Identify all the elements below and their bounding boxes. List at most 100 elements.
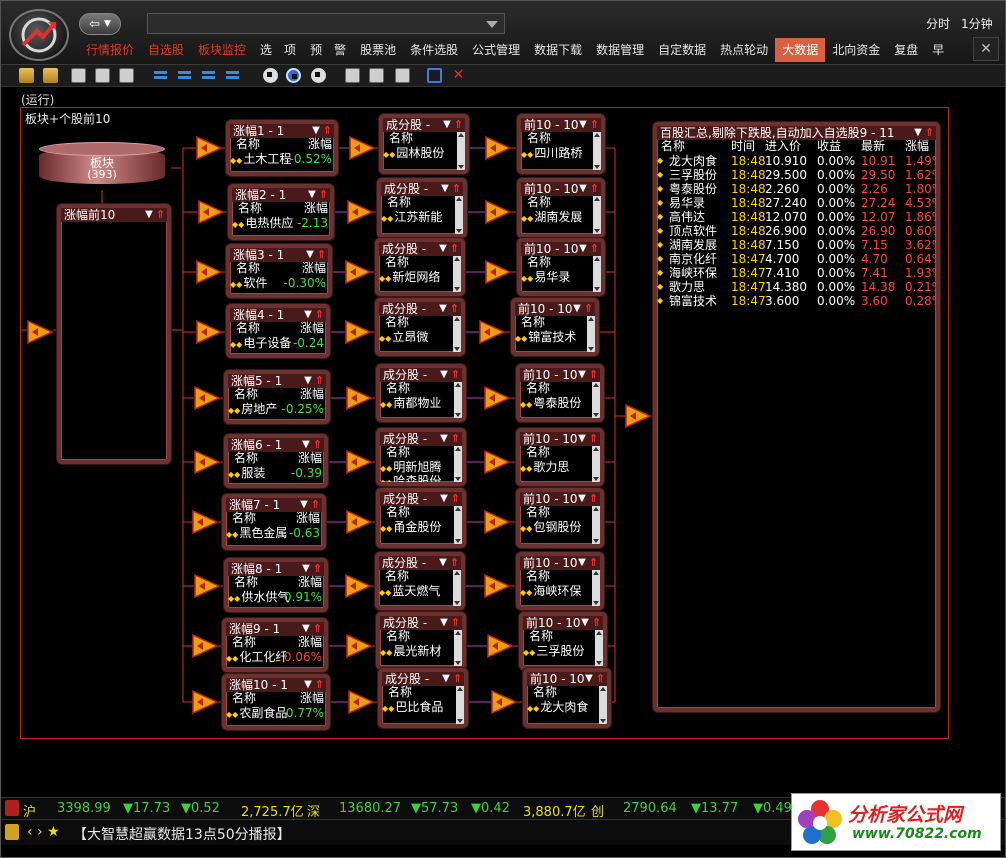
- list-item[interactable]: ◆◆土木工程 -0.52%: [230, 152, 334, 166]
- up-arrow-icon[interactable]: ⇑: [589, 368, 598, 382]
- scrollbar[interactable]: [599, 686, 607, 724]
- top10-node-4[interactable]: 前10 - 10 ▼ ⇑ 名称 ◆◆锦富技术: [511, 298, 599, 356]
- up-arrow-icon[interactable]: ⇑: [451, 616, 460, 630]
- up-arrow-icon[interactable]: ⇑: [451, 492, 460, 506]
- dropdown-icon[interactable]: ▼: [302, 622, 310, 636]
- scrollbar[interactable]: [455, 196, 463, 234]
- scrollbar[interactable]: [457, 132, 465, 170]
- menu-item-10[interactable]: 自定数据: [651, 38, 713, 62]
- summary-column-1[interactable]: 时间: [731, 140, 755, 153]
- strategy-canvas[interactable]: 板块+个股前10 板块 (393) 涨幅前10 ▼ ⇑ 涨幅1 - 1 ▼ ⇑ 名称 涨幅…: [20, 107, 949, 739]
- up-arrow-icon[interactable]: ⇑: [315, 308, 324, 322]
- news-bell-icon[interactable]: [5, 824, 19, 840]
- sector-database[interactable]: 板块 (393): [39, 142, 165, 190]
- constituent-trigger-6[interactable]: [346, 450, 372, 474]
- select-box-icon[interactable]: [427, 68, 442, 83]
- dropdown-icon[interactable]: ▼: [308, 188, 316, 202]
- scrollbar[interactable]: [595, 630, 603, 666]
- dropdown-icon[interactable]: ▼: [439, 556, 447, 570]
- scrollbar[interactable]: [592, 570, 600, 606]
- dropdown-icon[interactable]: ▼: [312, 124, 320, 138]
- top10-node-6[interactable]: 前10 - 10 ▼ ⇑ 名称 ◆◆歌力思: [516, 428, 604, 486]
- summary-row[interactable]: ◆ 锦富技术 18:47 3.600 0.00% 3.60 0.28%: [657, 294, 936, 308]
- menu-item-15[interactable]: 早: [925, 38, 951, 62]
- scrollbar[interactable]: [454, 382, 462, 418]
- up-arrow-icon[interactable]: ⇑: [589, 432, 598, 446]
- top10-trigger-7[interactable]: [484, 510, 510, 534]
- up-arrow-icon[interactable]: ⇑: [451, 432, 460, 446]
- menu-item-6[interactable]: 条件选股: [403, 38, 465, 62]
- close-icon[interactable]: ✕: [973, 37, 999, 61]
- summary-row[interactable]: ◆ 易华录 18:48 27.240 0.00% 27.24 4.53%: [657, 196, 936, 210]
- new-folder-icon[interactable]: [19, 68, 34, 83]
- up-arrow-icon[interactable]: ⇑: [313, 438, 322, 452]
- constituent-trigger-4[interactable]: [345, 320, 371, 344]
- list-item[interactable]: ◆◆易华录: [521, 270, 601, 284]
- top10-trigger-2[interactable]: [485, 200, 511, 224]
- up-arrow-icon[interactable]: ⇑: [317, 248, 326, 262]
- scrollbar[interactable]: [453, 256, 461, 292]
- top10-node-1[interactable]: 前10 - 10 ▼ ⇑ 名称 ◆◆四川路桥: [517, 114, 605, 174]
- scrollbar[interactable]: [453, 316, 461, 352]
- scrollbar[interactable]: [592, 382, 600, 418]
- constituent-node-8[interactable]: 成分股 - ▼ ⇑ 名称 ◆◆蓝天燃气: [375, 552, 465, 610]
- menu-item-1[interactable]: 自选股: [141, 38, 191, 62]
- up-arrow-icon[interactable]: ⇑: [313, 622, 322, 636]
- list-item[interactable]: ◆◆龙大肉食: [527, 700, 607, 714]
- list-item[interactable]: ◆◆湖南发展: [521, 210, 601, 224]
- constituent-node-1[interactable]: 成分股 - ▼ ⇑ 名称 ◆◆园林股份: [379, 114, 469, 174]
- constituent-trigger-1[interactable]: [349, 136, 375, 160]
- dropdown-icon[interactable]: ▼: [300, 498, 308, 512]
- dropdown-icon[interactable]: ▼: [439, 242, 447, 256]
- dropdown-icon[interactable]: ▼: [578, 368, 586, 382]
- summary-node[interactable]: 百股汇总,剔除下跌股,自动加入自选股9 - 11 ▼ ⇑ 名称 时间 进入价 收益 最新 涨…: [653, 122, 940, 712]
- up-arrow-icon[interactable]: ⇑: [450, 302, 459, 316]
- app-logo[interactable]: [9, 9, 69, 61]
- zoom-out-icon[interactable]: [369, 68, 384, 83]
- top10-gainers-node[interactable]: 涨幅前10 ▼ ⇑: [57, 204, 171, 464]
- up-arrow-icon[interactable]: ⇑: [590, 242, 599, 256]
- stage-trigger-9[interactable]: [192, 634, 218, 658]
- constituent-node-10[interactable]: 成分股 - ▼ ⇑ 名称 ◆◆巴比食品: [378, 668, 468, 728]
- dropdown-icon[interactable]: ▼: [579, 242, 587, 256]
- up-arrow-icon[interactable]: ⇑: [589, 556, 598, 570]
- top10-node-5[interactable]: 前10 - 10 ▼ ⇑ 名称 ◆◆粤泰股份: [516, 364, 604, 422]
- top10-node-3[interactable]: 前10 - 10 ▼ ⇑ 名称 ◆◆易华录: [517, 238, 605, 296]
- stage-trigger-7[interactable]: [192, 510, 218, 534]
- summary-row[interactable]: ◆ 粤泰股份 18:48 2.260 0.00% 2.26 1.80%: [657, 182, 936, 196]
- up-arrow-icon[interactable]: ⇑: [453, 672, 462, 686]
- list-item[interactable]: ◆◆蓝天燃气: [379, 584, 461, 598]
- open-folder-icon[interactable]: [43, 68, 58, 83]
- list-item[interactable]: ◆◆供水供气 -0.91%: [228, 590, 324, 604]
- dropdown-icon[interactable]: ▼: [302, 438, 310, 452]
- summary-row[interactable]: ◆ 高伟达 18:48 12.070 0.00% 12.07 1.86%: [657, 210, 936, 224]
- news-nav[interactable]: ‹ › ★: [27, 824, 60, 840]
- constituent-trigger-2[interactable]: [347, 200, 373, 224]
- period-timeshare-button[interactable]: 分时: [926, 15, 950, 32]
- stage-trigger-3[interactable]: [196, 260, 222, 284]
- stage-trigger-4[interactable]: [196, 320, 222, 344]
- scrollbar[interactable]: [454, 446, 462, 482]
- top10-trigger-8[interactable]: [484, 574, 510, 598]
- up-arrow-icon[interactable]: ⇑: [590, 118, 599, 132]
- stage-trigger-1[interactable]: [196, 136, 222, 160]
- up-arrow-icon[interactable]: ⇑: [925, 126, 934, 140]
- list-item[interactable]: ◆◆歌力思: [520, 460, 600, 474]
- list-item[interactable]: ◆◆新炬网络: [379, 270, 461, 284]
- menu-item-0[interactable]: 行情报价: [79, 38, 141, 62]
- list-item[interactable]: ◆◆服装 -0.39: [228, 466, 324, 480]
- constituent-node-6[interactable]: 成分股 - ▼ ⇑ 名称 ◆◆明新旭腾 ◆◆哈森股份: [376, 428, 466, 486]
- stage-trigger-10[interactable]: [192, 690, 218, 714]
- list-item[interactable]: ◆◆农副食品 -0.77%: [226, 706, 326, 720]
- constituent-trigger-10[interactable]: [348, 690, 374, 714]
- up-arrow-icon[interactable]: ⇑: [311, 498, 320, 512]
- up-arrow-icon[interactable]: ⇑: [315, 678, 324, 692]
- list-item[interactable]: ◆◆甬金股份: [380, 520, 462, 534]
- export-icon[interactable]: [95, 68, 110, 83]
- sector-gain-node-10[interactable]: 涨幅10 - 1 ▼ ⇑ 名称 涨幅 ◆◆农副食品 -0.77%: [222, 674, 330, 730]
- dropdown-icon[interactable]: ▼: [440, 432, 448, 446]
- news-headline[interactable]: 【大智慧超赢数据13点50分播报】: [73, 824, 291, 844]
- up-arrow-icon[interactable]: ⇑: [452, 182, 461, 196]
- dropdown-icon[interactable]: ▼: [585, 672, 593, 686]
- list-item[interactable]: ◆◆锦富技术: [515, 330, 595, 344]
